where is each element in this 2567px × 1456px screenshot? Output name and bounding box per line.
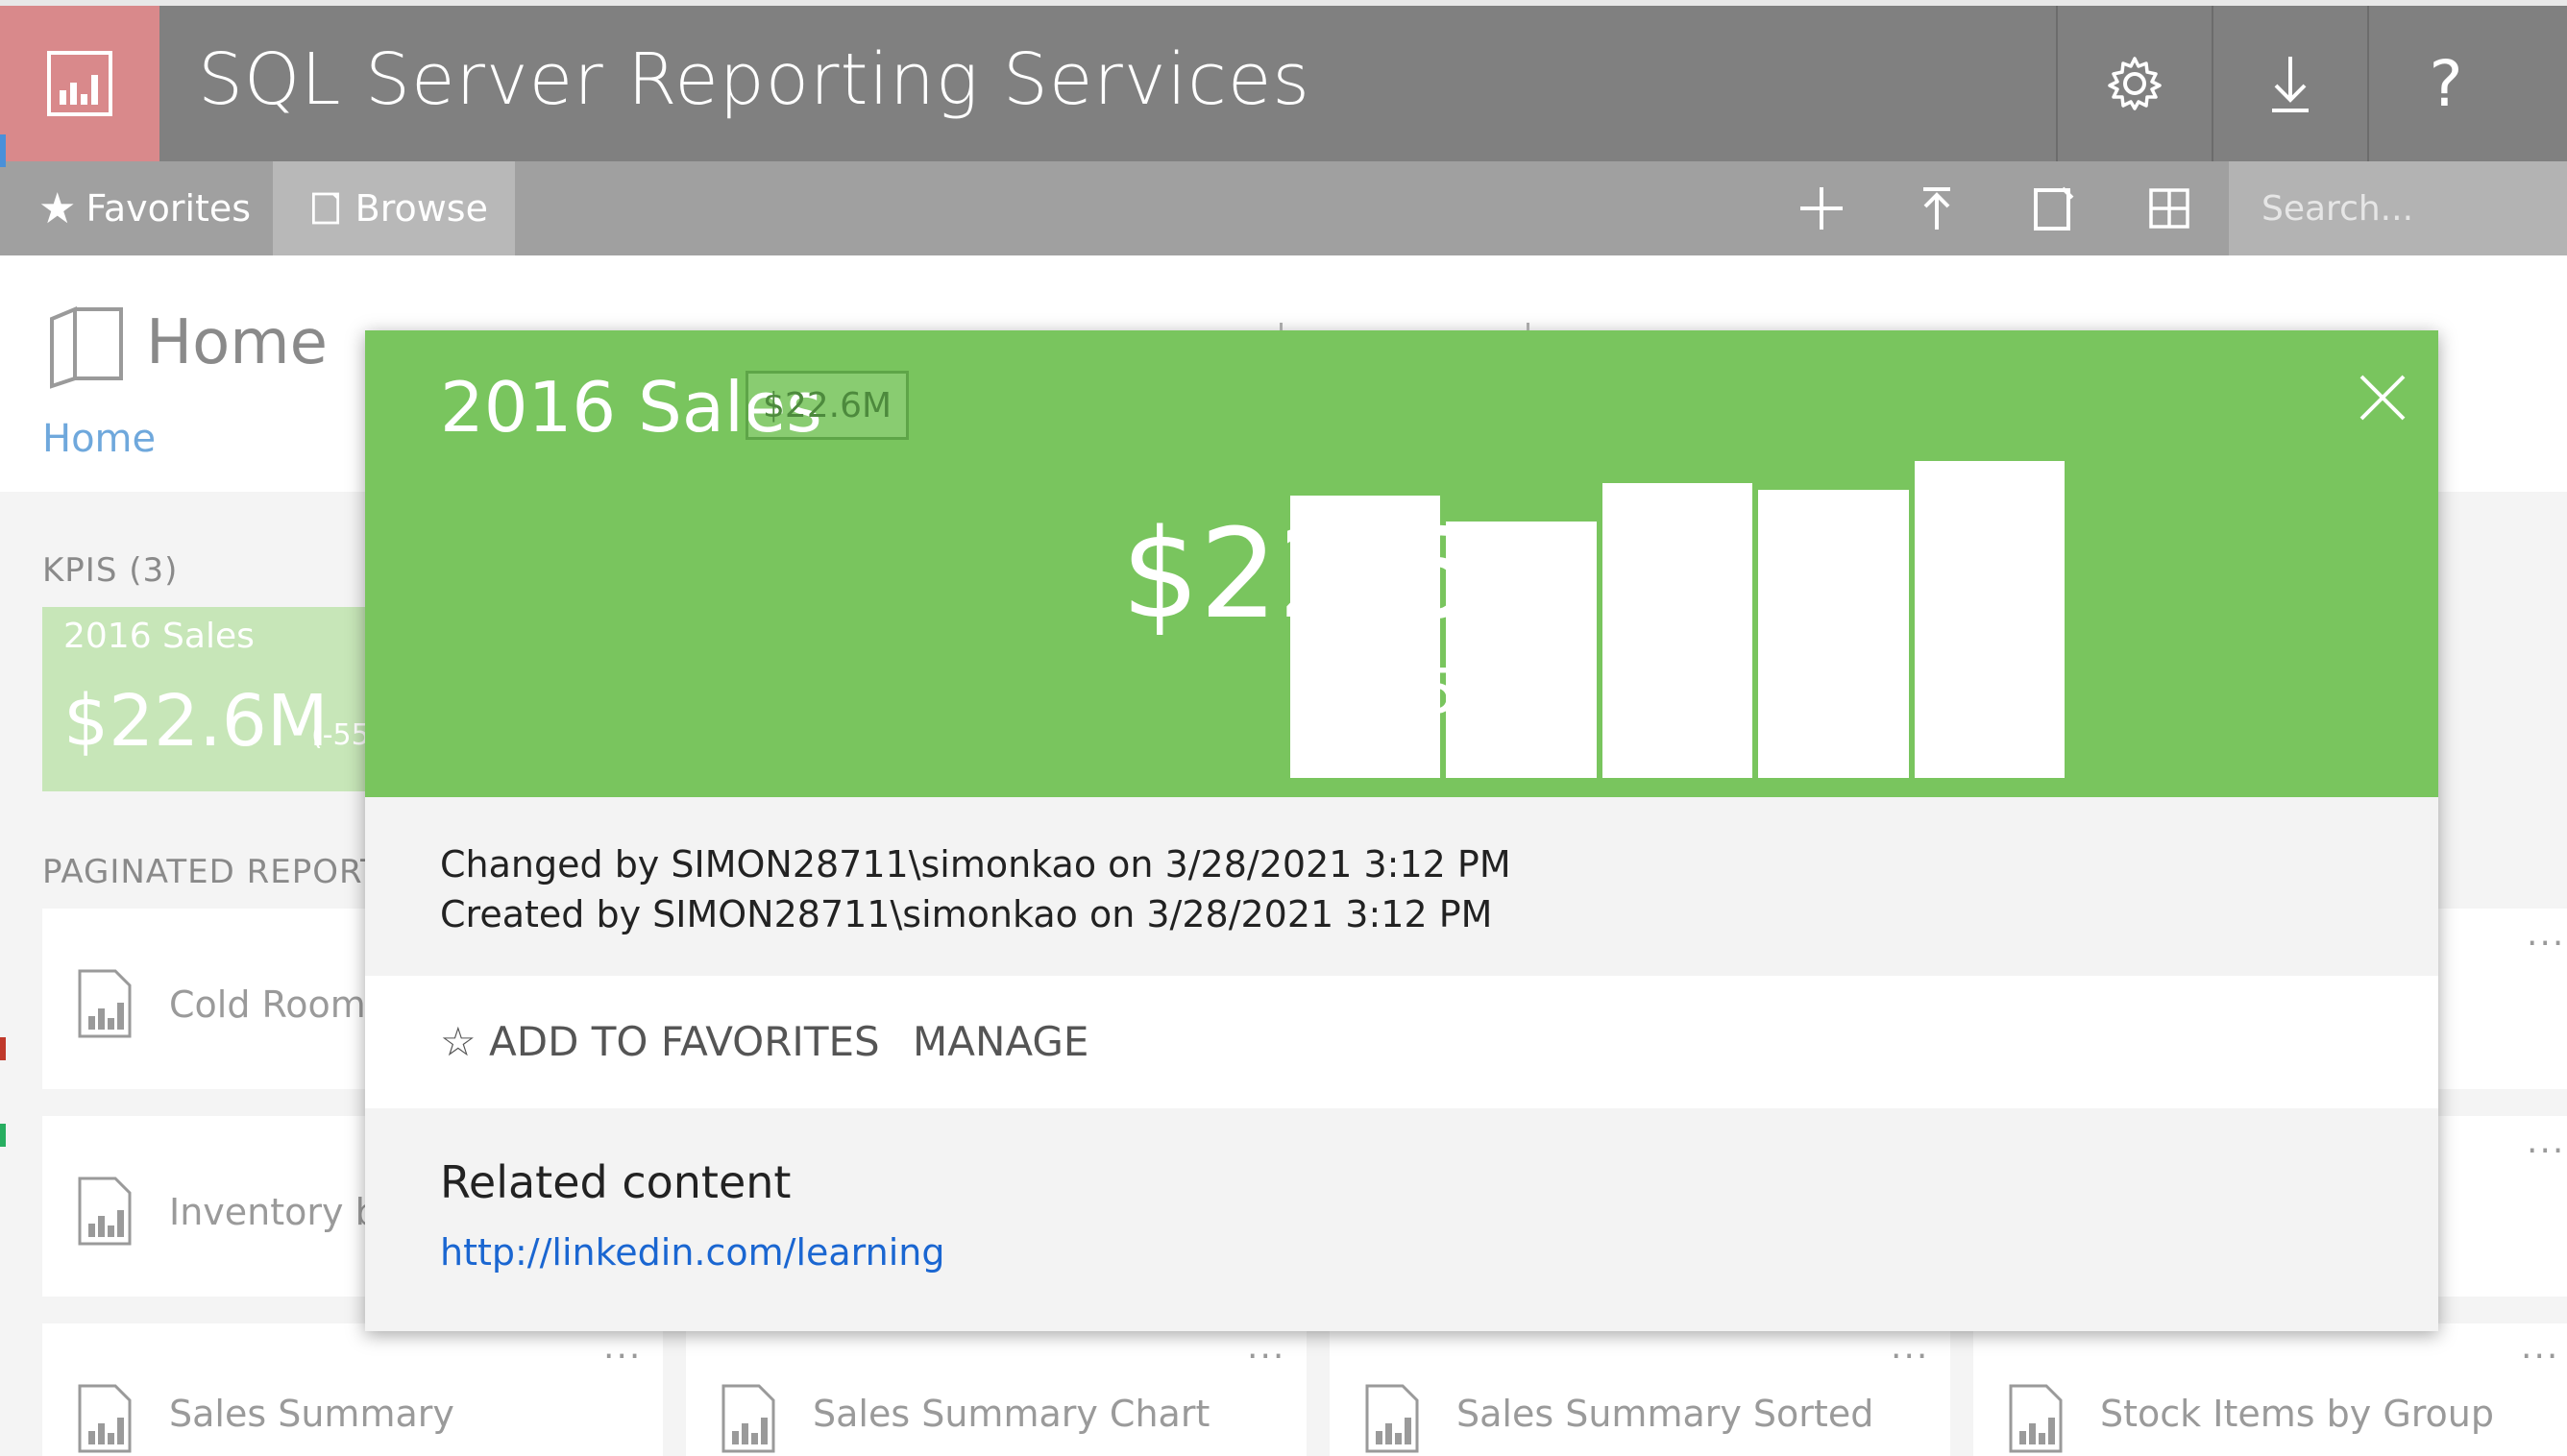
report-tile[interactable]: ... bbox=[2438, 1116, 2567, 1297]
report-tile[interactable]: Sales Summary ... bbox=[42, 1323, 663, 1456]
search-input[interactable]: Search... bbox=[2229, 161, 2567, 255]
report-name: Inventory by bbox=[169, 1191, 369, 1233]
more-options-icon[interactable]: ... bbox=[2527, 914, 2565, 954]
report-icon bbox=[2009, 1384, 2063, 1453]
report-icon bbox=[78, 1384, 132, 1453]
app-logo[interactable] bbox=[0, 6, 159, 161]
report-name: Stock Items by Group bbox=[2100, 1393, 2495, 1435]
kpi-metadata: Changed by SIMON28711\simonkao on 3/28/2… bbox=[440, 839, 1511, 939]
breadcrumb-home[interactable]: Home bbox=[42, 417, 156, 461]
report-icon bbox=[78, 1177, 132, 1246]
add-to-favorites-label: ADD TO FAVORITES bbox=[489, 1018, 880, 1065]
kpi-detail-panel: 2016 Sales $22.6M $22.6M (-55%) Changed … bbox=[365, 323, 2438, 1331]
kpi-tile-2016-sales[interactable]: 2016 Sales $22.6M (-55 bbox=[42, 607, 369, 791]
kpis-section-label: KPIS (3) bbox=[42, 551, 178, 590]
report-tile[interactable]: ... bbox=[2438, 909, 2567, 1089]
settings-gear-icon bbox=[2108, 57, 2162, 110]
report-name: Sales Summary bbox=[169, 1393, 454, 1435]
report-icon bbox=[721, 1384, 775, 1453]
kpi-tile-value: $22.6M bbox=[63, 680, 329, 763]
app-title: SQL Server Reporting Services bbox=[198, 38, 1310, 121]
new-button[interactable] bbox=[1764, 161, 1879, 255]
more-options-icon[interactable]: ... bbox=[603, 1327, 642, 1367]
kpis-count: (3) bbox=[129, 551, 179, 590]
created-by-text: Created by SIMON28711\simonkao on 3/28/2… bbox=[440, 893, 1493, 935]
report-name: Sales Summary Sorted bbox=[1456, 1393, 1874, 1435]
page-title: Home bbox=[146, 307, 328, 378]
kpi-actions: ☆ ADD TO FAVORITES MANAGE bbox=[365, 976, 2438, 1108]
close-icon[interactable] bbox=[2354, 369, 2411, 426]
tab-favorites-label: Favorites bbox=[86, 187, 252, 230]
manage-button[interactable]: MANAGE bbox=[913, 1018, 1088, 1065]
tab-browse-label: Browse bbox=[354, 187, 488, 230]
trend-bar bbox=[1446, 521, 1597, 778]
star-icon: ★ bbox=[38, 183, 77, 233]
folder-icon bbox=[50, 306, 123, 389]
trend-bar-chart bbox=[1290, 461, 2065, 778]
paginated-section-label: PAGINATED REPORT bbox=[42, 853, 381, 891]
changed-by-text: Changed by SIMON28711\simonkao on 3/28/2… bbox=[440, 843, 1511, 886]
value-tooltip: $22.6M bbox=[746, 371, 909, 440]
related-content-title: Related content bbox=[440, 1156, 792, 1208]
report-icon bbox=[1365, 1384, 1419, 1453]
tab-browse[interactable]: Browse bbox=[273, 161, 515, 255]
new-icon bbox=[1800, 187, 1843, 230]
report-logo-icon bbox=[47, 51, 112, 116]
star-outline-icon: ☆ bbox=[440, 1018, 477, 1065]
tile-view-button[interactable] bbox=[2112, 161, 2227, 255]
upload-button[interactable] bbox=[1879, 161, 1994, 255]
trend-bar bbox=[1914, 461, 2065, 778]
report-tile[interactable]: Sales Summary Chart ... bbox=[686, 1323, 1307, 1456]
trend-bar bbox=[1601, 483, 1753, 778]
report-name: Sales Summary Chart bbox=[813, 1393, 1210, 1435]
trend-bar bbox=[1758, 489, 1909, 778]
download-icon bbox=[2272, 57, 2309, 112]
edge-mark bbox=[0, 1124, 6, 1147]
more-options-icon[interactable]: ... bbox=[1891, 1327, 1929, 1367]
edge-mark bbox=[0, 1037, 6, 1060]
folder-view-button[interactable] bbox=[1996, 161, 2112, 255]
tab-favorites[interactable]: ★ Favorites bbox=[0, 161, 273, 255]
kpis-label: KPIS bbox=[42, 551, 118, 590]
folder-view-icon bbox=[2034, 186, 2074, 231]
report-tile[interactable]: Stock Items by Group ... bbox=[1973, 1323, 2567, 1456]
more-options-icon[interactable]: ... bbox=[2521, 1327, 2559, 1367]
browse-icon bbox=[311, 192, 340, 225]
more-options-icon[interactable]: ... bbox=[2527, 1122, 2565, 1161]
report-tile[interactable]: Inventory by bbox=[42, 1116, 369, 1297]
report-tile[interactable]: Cold Room T bbox=[42, 909, 369, 1089]
related-content-link[interactable]: http://linkedin.com/learning bbox=[440, 1231, 944, 1274]
add-to-favorites-button[interactable]: ☆ ADD TO FAVORITES bbox=[440, 1018, 880, 1065]
upload-icon bbox=[1923, 187, 1950, 230]
tile-view-icon bbox=[2149, 188, 2189, 229]
more-options-icon[interactable]: ... bbox=[1247, 1327, 1285, 1367]
report-tile[interactable]: Sales Summary Sorted ... bbox=[1330, 1323, 1950, 1456]
kpi-tile-name: 2016 Sales bbox=[63, 617, 255, 656]
report-name: Cold Room T bbox=[169, 983, 369, 1026]
help-button[interactable]: ? bbox=[2367, 6, 2523, 161]
help-icon: ? bbox=[2429, 46, 2463, 121]
kpi-header: 2016 Sales $22.6M $22.6M (-55%) bbox=[365, 330, 2438, 797]
edge-mark bbox=[0, 134, 6, 167]
download-button[interactable] bbox=[2212, 6, 2367, 161]
settings-button[interactable] bbox=[2056, 6, 2212, 161]
report-icon bbox=[78, 969, 132, 1038]
trend-bar bbox=[1290, 496, 1441, 778]
kpi-tile-change: (-55 bbox=[311, 718, 369, 752]
